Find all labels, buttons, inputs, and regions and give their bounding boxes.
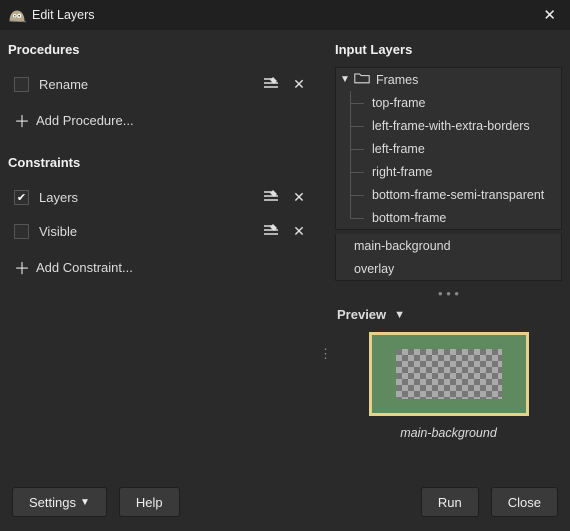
tree-item[interactable]: right-frame [336, 160, 561, 183]
window-title: Edit Layers [32, 8, 537, 22]
constraint-row-visible[interactable]: Visible ✕ [8, 214, 313, 248]
preview-area: main-background [335, 332, 562, 477]
input-layers-heading: Input Layers [335, 42, 562, 57]
footer: Settings▼ Help Run Close [0, 477, 570, 531]
remove-icon[interactable]: ✕ [285, 76, 313, 93]
preview-caption: main-background [400, 426, 497, 440]
settings-button[interactable]: Settings▼ [12, 487, 107, 517]
preview-thumbnail[interactable] [369, 332, 529, 416]
layer-tree[interactable]: ▼ Frames top-frame left-frame-with-extra… [335, 67, 562, 230]
folder-icon [354, 72, 370, 87]
pane-resize-grip-icon[interactable]: ⋮ [319, 352, 329, 356]
plus-icon: ＋ [8, 108, 36, 132]
remove-icon[interactable]: ✕ [285, 223, 313, 240]
constraint-row-layers[interactable]: ✔ Layers ✕ [8, 180, 313, 214]
edit-icon[interactable] [257, 222, 285, 241]
add-procedure-button[interactable]: ＋ Add Procedure... [8, 103, 313, 137]
checkbox[interactable] [14, 224, 29, 239]
tree-item[interactable]: left-frame-with-extra-borders [336, 114, 561, 137]
tree-item[interactable]: bottom-frame-semi-transparent [336, 183, 561, 206]
procedures-heading: Procedures [8, 42, 313, 57]
titlebar: Edit Layers ✕ [0, 0, 570, 30]
preview-heading: Preview [337, 307, 386, 322]
gimp-icon [8, 7, 24, 23]
tree-item[interactable]: top-frame [336, 91, 561, 114]
procedure-row-rename[interactable]: Rename ✕ [8, 67, 313, 101]
tree-item[interactable]: main-background [336, 234, 561, 257]
tree-item[interactable]: bottom-frame [336, 206, 561, 229]
layer-list[interactable]: main-background overlay [335, 234, 562, 281]
tree-item[interactable]: left-frame [336, 137, 561, 160]
edit-icon[interactable] [257, 188, 285, 207]
chevron-down-icon[interactable]: ▼ [394, 309, 405, 321]
constraint-label: Layers [39, 190, 257, 205]
plus-icon: ＋ [8, 255, 36, 279]
constraints-heading: Constraints [8, 155, 313, 170]
procedure-label: Rename [39, 77, 257, 92]
chevron-down-icon: ▼ [80, 497, 90, 508]
checkbox[interactable]: ✔ [14, 190, 29, 205]
window-close-button[interactable]: ✕ [537, 6, 562, 24]
run-button[interactable]: Run [421, 487, 479, 517]
folder-label: Frames [376, 73, 418, 87]
add-constraint-button[interactable]: ＋ Add Constraint... [8, 250, 313, 284]
tree-folder-frames[interactable]: ▼ Frames [336, 68, 561, 91]
tree-item[interactable]: overlay [336, 257, 561, 280]
checkbox[interactable] [14, 77, 29, 92]
constraint-label: Visible [39, 224, 257, 239]
help-button[interactable]: Help [119, 487, 180, 517]
edit-icon[interactable] [257, 75, 285, 94]
close-button[interactable]: Close [491, 487, 558, 517]
caret-down-icon[interactable]: ▼ [340, 74, 354, 85]
transparency-checker [396, 349, 502, 399]
remove-icon[interactable]: ✕ [285, 189, 313, 206]
pane-resize-grip-icon[interactable]: • • • [335, 285, 562, 301]
